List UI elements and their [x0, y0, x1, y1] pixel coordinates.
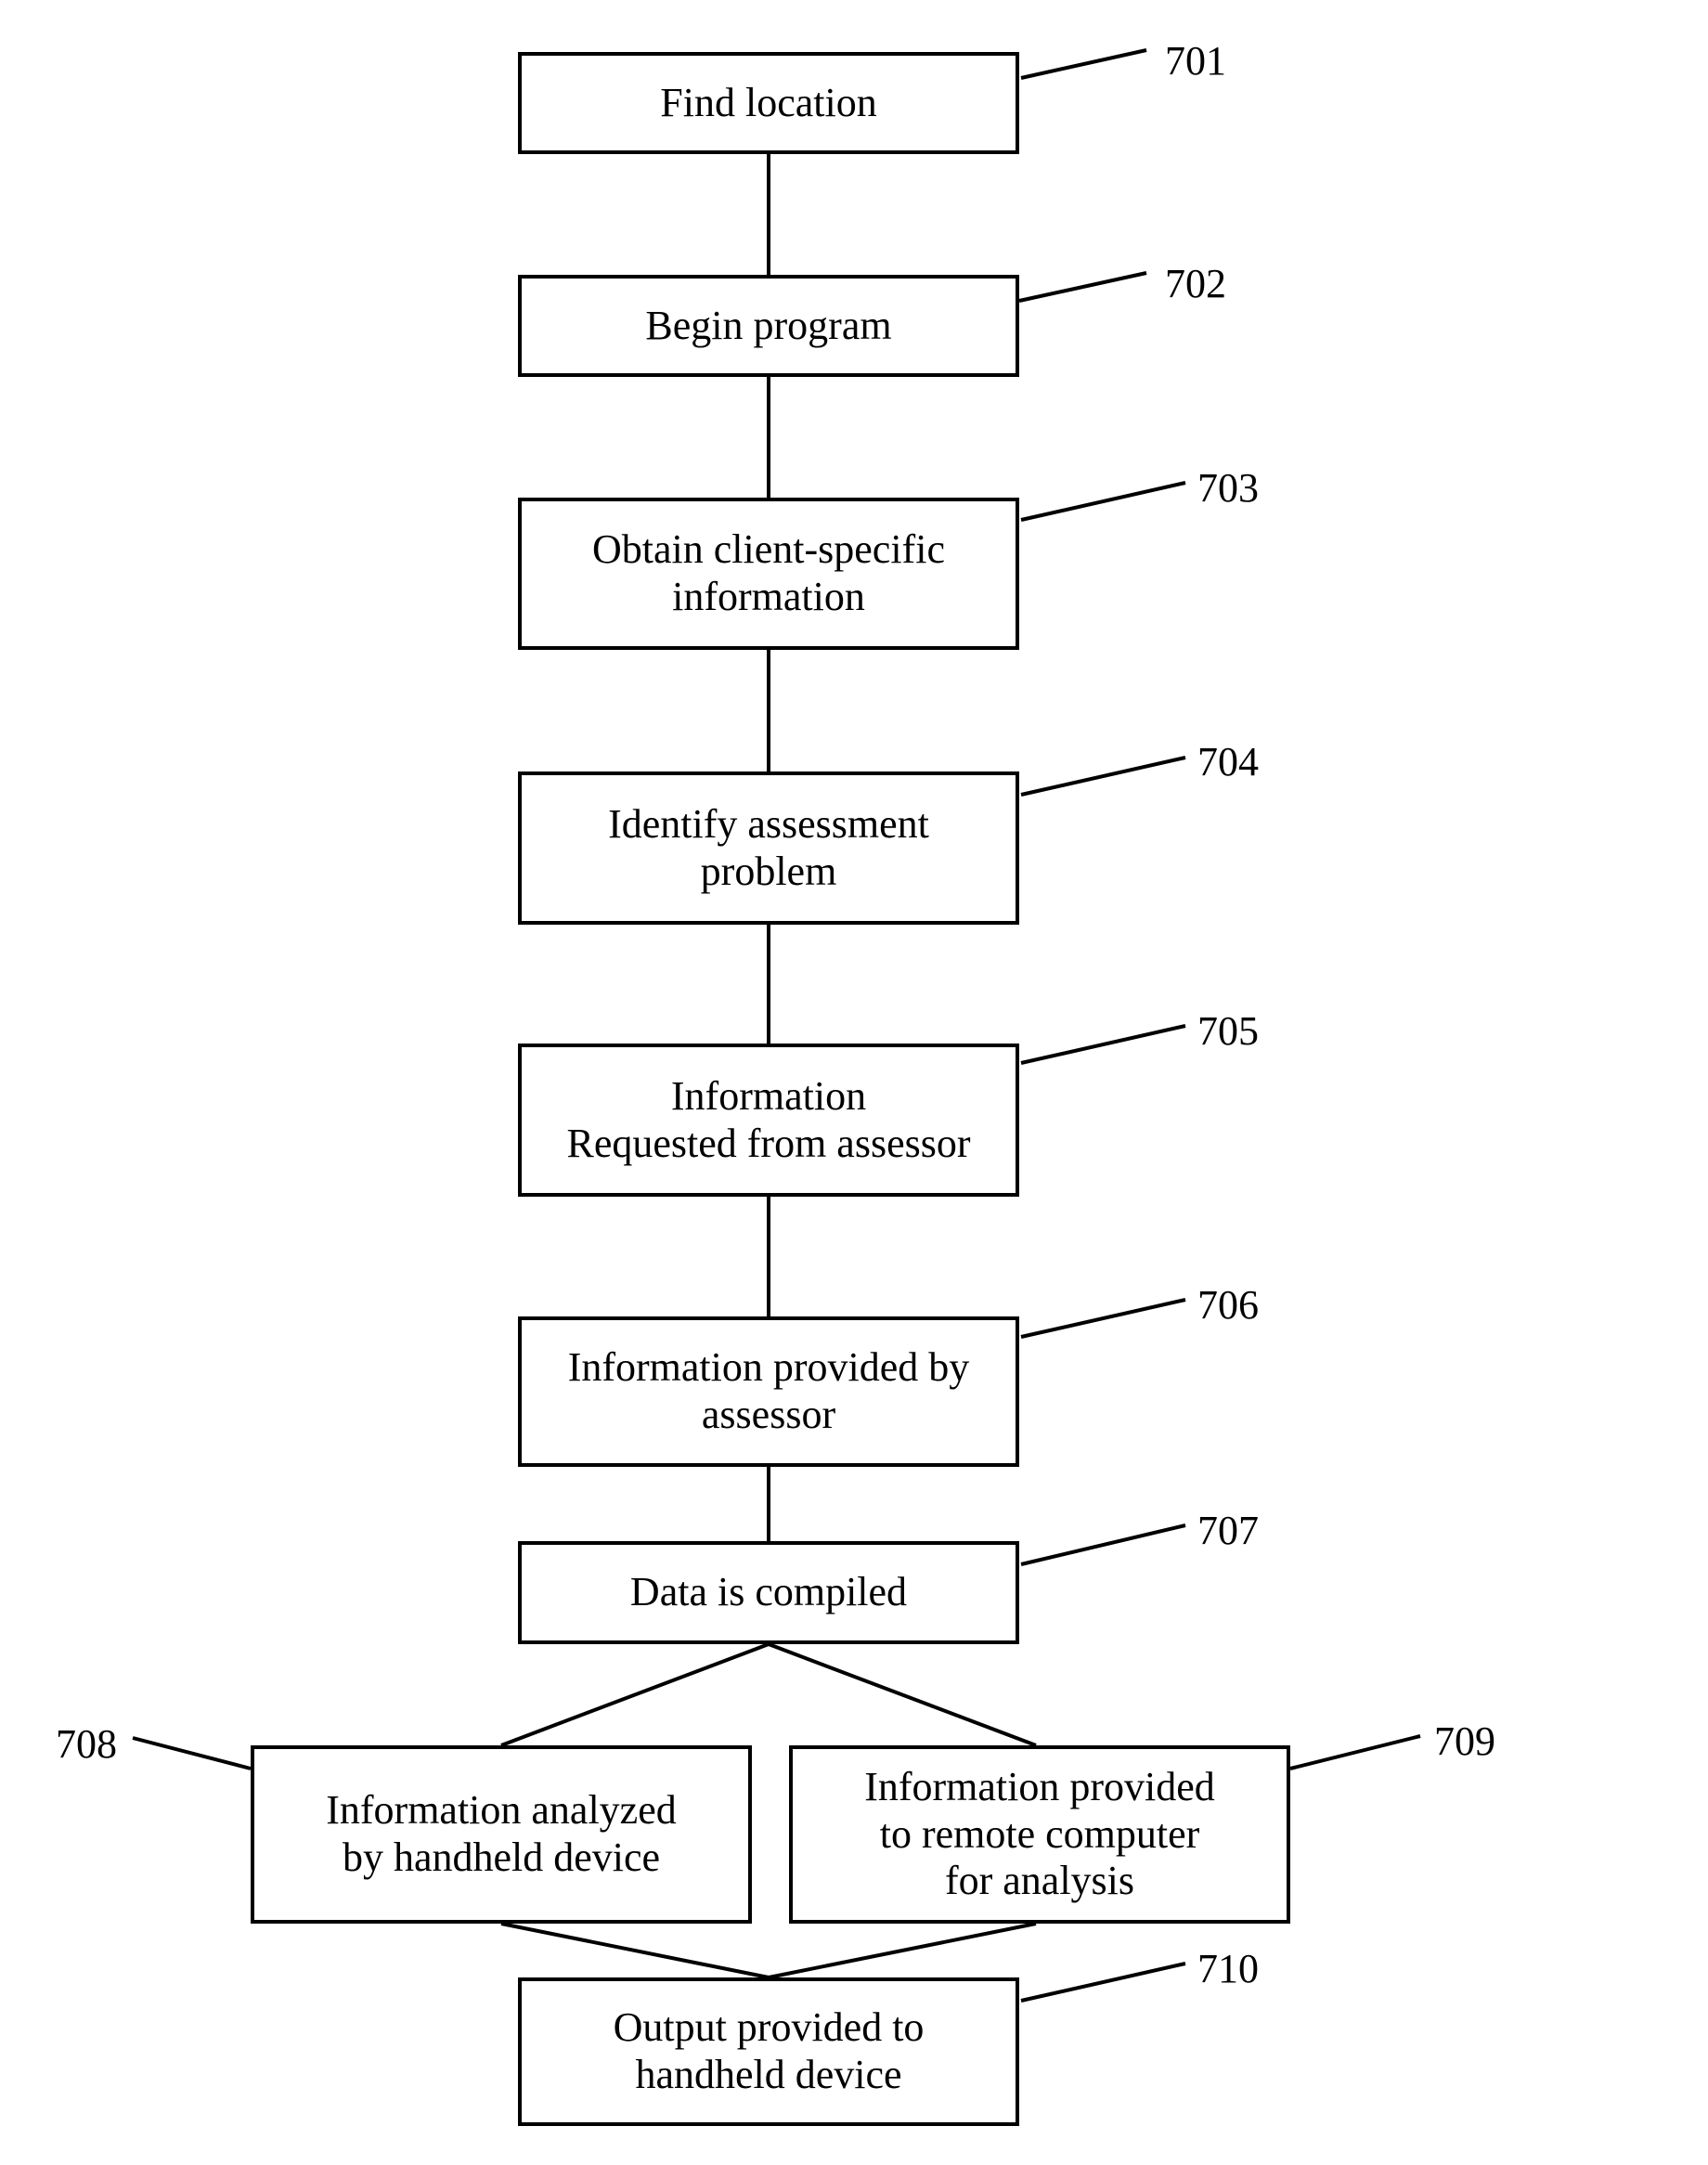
flowchart-canvas: Find location Begin program Obtain clien… [0, 0, 1708, 2165]
step-label: Find location [660, 80, 876, 127]
ref-label-704: 704 [1197, 738, 1259, 785]
step-identify-problem: Identify assessmentproblem [518, 771, 1019, 925]
ref-label-705: 705 [1197, 1007, 1259, 1055]
step-label: InformationRequested from assessor [566, 1073, 970, 1167]
step-label: Information provided byassessor [568, 1344, 970, 1438]
step-info-requested: InformationRequested from assessor [518, 1044, 1019, 1197]
step-label: Data is compiled [630, 1569, 907, 1616]
ref-label-703: 703 [1197, 464, 1259, 512]
step-label: Obtain client-specificinformation [592, 526, 945, 620]
step-provided-remote: Information providedto remote computerfo… [789, 1745, 1290, 1924]
step-label: Information providedto remote computerfo… [864, 1764, 1215, 1905]
step-obtain-client-info: Obtain client-specificinformation [518, 498, 1019, 650]
step-label: Identify assessmentproblem [608, 801, 929, 895]
step-output-handheld: Output provided tohandheld device [518, 1977, 1019, 2126]
ref-label-701: 701 [1165, 37, 1226, 84]
ref-label-708: 708 [56, 1720, 117, 1768]
ref-label-707: 707 [1197, 1507, 1259, 1554]
step-data-compiled: Data is compiled [518, 1541, 1019, 1644]
step-find-location: Find location [518, 52, 1019, 154]
ref-label-709: 709 [1434, 1718, 1495, 1765]
step-label: Output provided tohandheld device [614, 2004, 925, 2098]
step-label: Information analyzedby handheld device [326, 1787, 677, 1881]
step-label: Begin program [645, 303, 891, 350]
ref-label-706: 706 [1197, 1281, 1259, 1329]
step-begin-program: Begin program [518, 275, 1019, 377]
step-info-provided-assessor: Information provided byassessor [518, 1316, 1019, 1467]
step-analyzed-handheld: Information analyzedby handheld device [251, 1745, 752, 1924]
ref-label-702: 702 [1165, 260, 1226, 307]
ref-label-710: 710 [1197, 1945, 1259, 1992]
